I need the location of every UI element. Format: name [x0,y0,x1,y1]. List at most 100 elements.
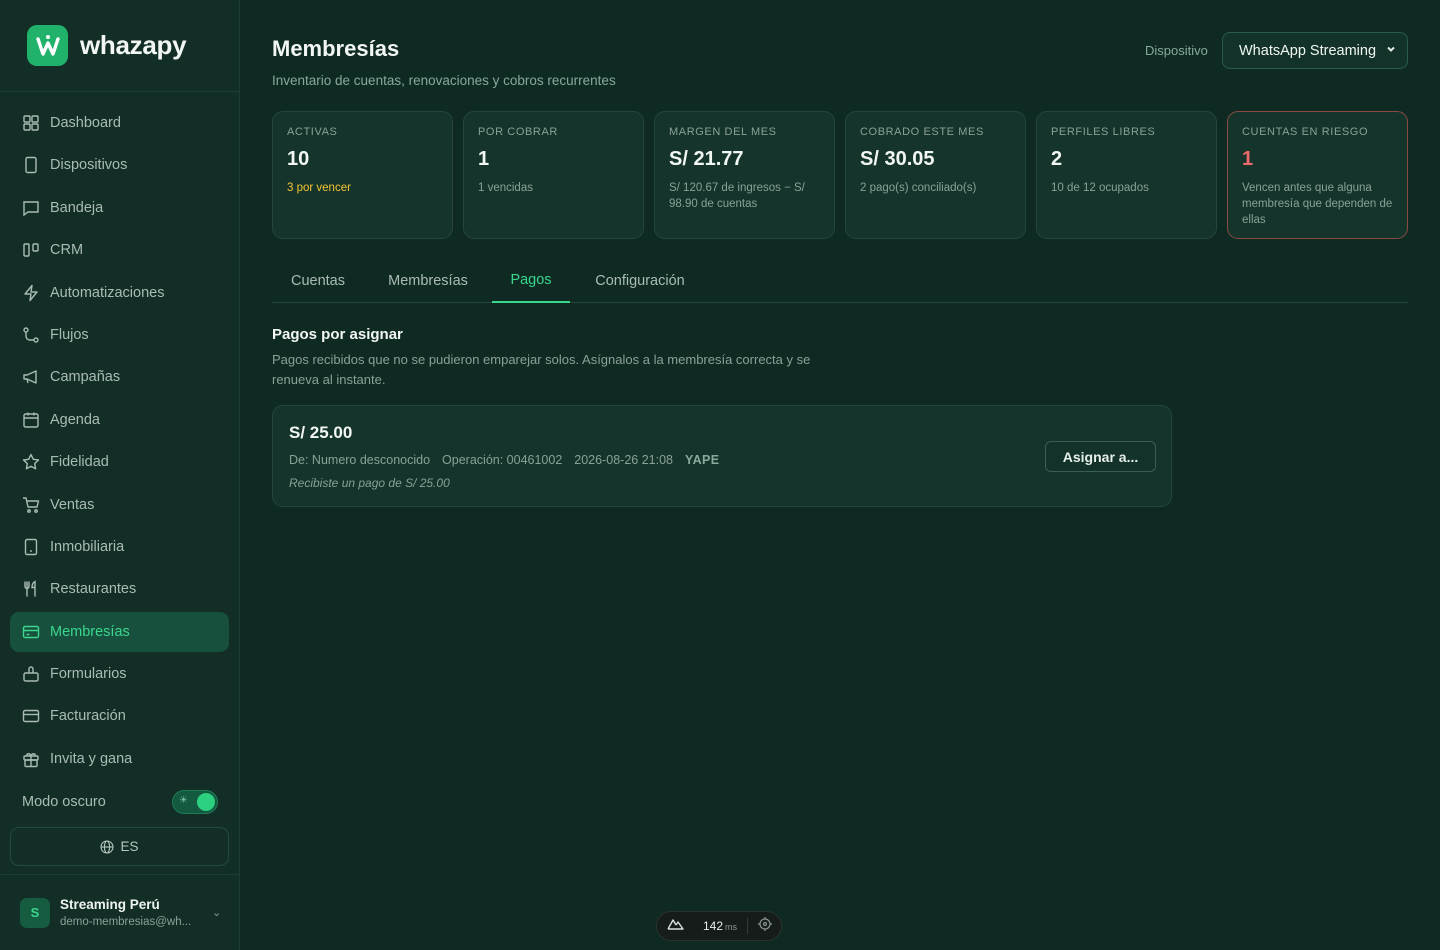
payment-datetime: 2026-08-26 21:08 [574,453,673,467]
sidebar-item-dashboard[interactable]: Dashboard [10,103,229,143]
device-icon [22,156,40,174]
nuxt-logo-icon [667,917,685,936]
device-label: Dispositivo [1145,43,1208,58]
calendar-icon [22,411,40,429]
cart-icon [22,496,40,514]
card-icon [22,623,40,641]
sidebar-item-label: Facturación [50,708,126,725]
stat-card-cuentas-en-riesgo: CUENTAS EN RIESGO 1 Vencen antes que alg… [1227,111,1408,239]
sidebar-item-formularios[interactable]: Formularios [10,654,229,694]
devtools-pill[interactable]: 142 ms [656,911,782,941]
stat-card-cobrado-este-mes: COBRADO ESTE MES S/ 30.05 2 pago(s) conc… [845,111,1026,239]
stat-label: MARGEN DEL MES [669,126,777,138]
render-time: 142 ms [703,919,737,933]
tab-pagos[interactable]: Pagos [492,259,570,303]
stat-value: 10 [287,148,310,170]
stat-note: 3 por vencer [287,182,351,194]
sidebar-item-dispositivos[interactable]: Dispositivos [10,145,229,185]
sidebar-item-label: Bandeja [50,199,104,216]
stat-label: ACTIVAS [287,126,338,138]
sidebar-item-label: Formularios [50,666,127,683]
zap-icon [22,284,40,302]
sidebar-item-label: Flujos [50,326,89,343]
sidebar-item-label: Dispositivos [50,157,128,174]
payment-operation: Operación: 00461002 [442,453,563,467]
sidebar-item-ventas[interactable]: Ventas [10,485,229,525]
sidebar-item-restaurantes[interactable]: Restaurantes [10,569,229,609]
crosshair-icon[interactable] [758,916,773,936]
sidebar-item-automatizaciones[interactable]: Automatizaciones [10,273,229,313]
sidebar-item-label: Inmobiliaria [50,538,125,555]
user-info: Streaming Perú demo-membresias@wh... [60,897,200,928]
stat-label: POR COBRAR [478,126,558,138]
chevron-down-icon: ⌄ [212,907,222,919]
stat-note: 10 de 12 ocupados [1051,182,1149,194]
sun-icon: ☀ [179,795,188,806]
render-time-value: 142 [703,919,724,933]
tab-configuracion[interactable]: Configuración [580,259,700,303]
sidebar-item-label: Dashboard [50,115,121,131]
sidebar-nav: Dashboard Dispositivos Bandeja CRM Autom… [10,103,229,781]
user-email: demo-membresias@wh... [60,916,192,928]
stat-label: CUENTAS EN RIESGO [1242,126,1369,138]
tab-cuentas[interactable]: Cuentas [272,259,364,303]
language-button[interactable]: ES [10,827,229,866]
stat-value: S/ 21.77 [669,148,744,170]
user-menu[interactable]: S Streaming Perú demo-membresias@wh... ⌄ [0,874,240,950]
stats-row: ACTIVAS 10 3 por vencer POR COBRAR 1 1 v… [272,111,1408,239]
message-icon [22,199,40,217]
stat-card-por-cobrar: POR COBRAR 1 1 vencidas [463,111,644,239]
stat-card-margen-del-mes: MARGEN DEL MES S/ 21.77 S/ 120.67 de ing… [654,111,835,239]
tab-membresias[interactable]: Membresías [374,259,482,303]
user-name: Streaming Perú [60,897,160,912]
brand[interactable]: whazapy [0,0,239,92]
sidebar-item-bandeja[interactable]: Bandeja [10,188,229,228]
sidebar-item-facturacion[interactable]: Facturación [10,696,229,736]
sidebar-item-label: Automatizaciones [50,284,165,301]
avatar: S [20,897,50,928]
stat-note: 1 vencidas [478,182,533,194]
sidebar-item-agenda[interactable]: Agenda [10,400,229,440]
payment-card: S/ 25.00 De: Numero desconocido Operació… [272,405,1172,507]
dark-mode-row: Modo oscuro ☀ [22,788,218,816]
section-title: Pagos por asignar [272,326,403,343]
stat-label: COBRADO ESTE MES [860,126,984,138]
device-select-value: WhatsApp Streaming [1239,42,1377,59]
clipboard-icon [22,665,40,683]
sidebar-item-label: Invita y gana [50,750,133,767]
dark-mode-toggle[interactable]: ☀ [172,790,218,814]
kanban-icon [22,241,40,259]
page-subtitle: Inventario de cuentas, renovaciones y co… [272,73,616,88]
divider [747,918,749,934]
sidebar-item-campanas[interactable]: Campañas [10,357,229,397]
toggle-knob [197,793,215,811]
sidebar-item-flujos[interactable]: Flujos [10,315,229,355]
stat-note: Vencen antes que alguna membresía que de… [1242,182,1393,226]
sidebar-item-fidelidad[interactable]: Fidelidad [10,442,229,482]
sidebar-item-label: Membresías [50,623,130,640]
brand-name: whazapy [80,30,187,60]
stat-value: S/ 30.05 [860,148,935,170]
sidebar-item-invita-y-gana[interactable]: Invita y gana [10,739,229,779]
flow-icon [22,326,40,344]
globe-icon [100,839,115,854]
sidebar-item-membresias[interactable]: Membresías [10,611,229,652]
device-select[interactable]: WhatsApp Streaming [1222,32,1408,69]
utensils-icon [22,580,40,598]
chevron-down-icon [1385,43,1397,58]
grid-icon [22,114,40,132]
stat-value: 2 [1051,148,1063,170]
gift-icon [22,750,40,768]
sidebar-item-label: CRM [50,242,84,259]
section-description: Pagos recibidos que no se pudieron empar… [272,352,811,387]
sidebar-item-label: Agenda [50,411,100,428]
tabs: Cuentas Membresías Pagos Configuración [272,259,1408,303]
star-icon [22,453,40,471]
megaphone-icon [22,368,40,386]
payment-amount: S/ 25.00 [289,423,353,442]
assign-button[interactable]: Asignar a... [1045,441,1156,472]
sidebar-item-inmobiliaria[interactable]: Inmobiliaria [10,527,229,567]
sidebar-item-label: Campañas [50,369,121,386]
dark-mode-label: Modo oscuro [22,794,106,810]
sidebar-item-crm[interactable]: CRM [10,230,229,270]
